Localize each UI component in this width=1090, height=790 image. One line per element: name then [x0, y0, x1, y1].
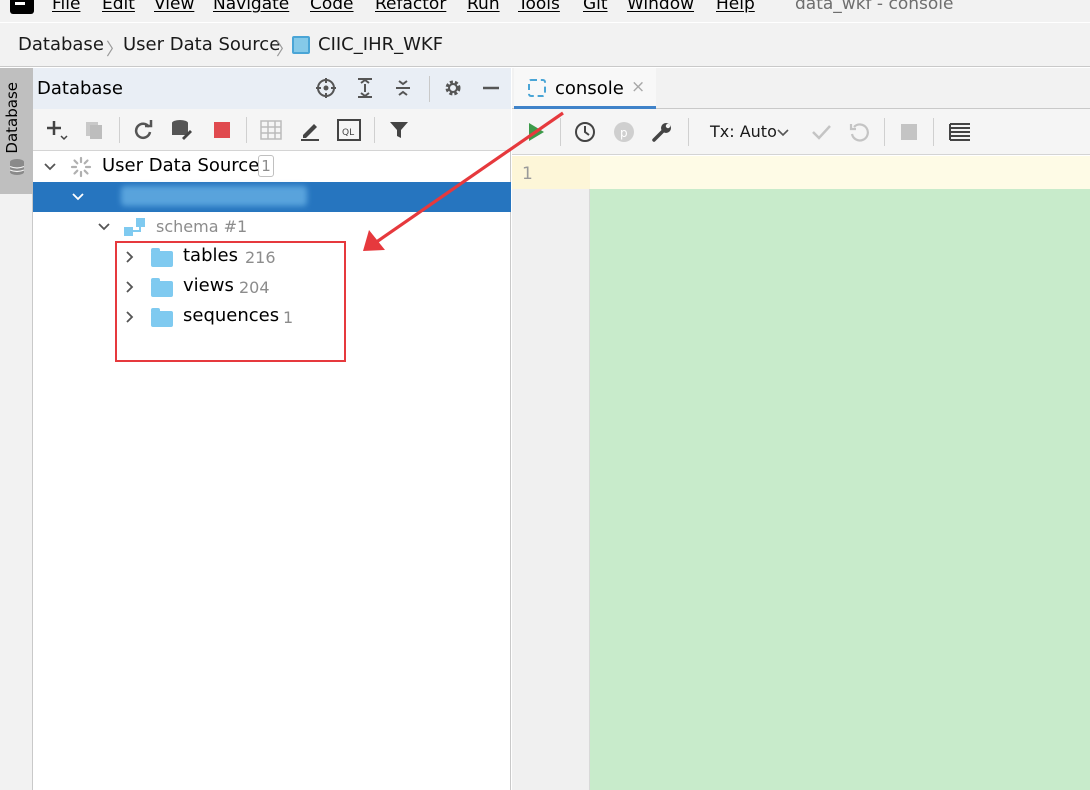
menu-edit[interactable]: Edit: [102, 0, 135, 14]
menu-git[interactable]: Git: [583, 0, 608, 14]
console-icon: [528, 79, 546, 97]
stop-square-icon[interactable]: [897, 120, 921, 144]
toolbar-divider: [246, 117, 247, 143]
tree-root-label: User Data Source: [102, 155, 260, 176]
svg-text:p: p: [620, 126, 628, 140]
menu-run[interactable]: Run: [467, 0, 500, 14]
schema-properties-icon[interactable]: [170, 118, 194, 142]
refresh-icon[interactable]: [131, 118, 155, 142]
chevron-down-icon[interactable]: [70, 189, 86, 205]
toolbar-divider: [119, 117, 120, 143]
window-title: data_wkf - console: [795, 0, 954, 14]
database-panel-header: Database: [33, 68, 511, 109]
console-toolbar: p Tx: Auto: [512, 109, 1090, 155]
rollback-undo-icon[interactable]: [847, 120, 871, 144]
commit-check-icon[interactable]: [809, 120, 833, 144]
close-tab-icon[interactable]: ×: [631, 77, 645, 97]
tab-console[interactable]: console ×: [514, 68, 656, 109]
result-table-icon[interactable]: [948, 120, 972, 144]
annotation-arrow: [363, 111, 564, 251]
menu-view[interactable]: View: [154, 0, 194, 14]
menu-navigate[interactable]: Navigate: [213, 0, 289, 14]
redacted-datasource-name: [121, 186, 307, 206]
root-count-badge: 1: [258, 155, 274, 177]
minimize-icon[interactable]: [479, 76, 503, 100]
parameters-icon[interactable]: p: [612, 120, 636, 144]
chevron-down-icon[interactable]: [42, 159, 58, 175]
menu-refactor[interactable]: Refactor: [375, 0, 446, 14]
menu-file[interactable]: File: [52, 0, 80, 14]
toolbar-divider: [688, 118, 689, 146]
add-icon[interactable]: [44, 118, 68, 142]
datasource-icon: [292, 36, 310, 54]
collapse-all-icon[interactable]: [391, 76, 415, 100]
editor-text-area[interactable]: [590, 189, 1090, 790]
chevron-down-icon[interactable]: [96, 219, 112, 235]
editor-current-line[interactable]: [512, 156, 1090, 189]
settings-gear-icon[interactable]: [441, 76, 465, 100]
menu-help[interactable]: Help: [716, 0, 755, 14]
edit-pencil-icon[interactable]: [298, 118, 322, 142]
breadcrumb-user-data-source[interactable]: User Data Source: [123, 34, 280, 55]
schema-label: schema #1: [156, 217, 248, 236]
menu-window[interactable]: Window: [627, 0, 694, 14]
annotation-highlight-box: [115, 241, 346, 362]
breadcrumb: Database 〉 User Data Source 〉 CIIC_IHR_W…: [0, 23, 1090, 67]
svg-text:QL: QL: [342, 128, 354, 138]
database-stack-icon[interactable]: [9, 158, 25, 176]
breadcrumb-database[interactable]: Database: [18, 34, 104, 55]
duplicate-icon[interactable]: [82, 118, 106, 142]
breadcrumb-separator: 〉: [276, 40, 293, 60]
menu-code[interactable]: Code: [310, 0, 354, 14]
menu-tools[interactable]: Tools: [518, 0, 560, 14]
schema-icon: [124, 218, 145, 236]
loading-spinner-icon: [70, 156, 92, 178]
stop-icon[interactable]: [210, 118, 234, 142]
toolbar-divider: [429, 76, 430, 102]
table-editor-icon[interactable]: [259, 118, 283, 142]
chevron-down-icon[interactable]: [776, 128, 790, 138]
expand-all-icon[interactable]: [353, 76, 377, 100]
locate-crosshair-icon[interactable]: [314, 76, 338, 100]
breadcrumb-schema[interactable]: CIIC_IHR_WKF: [318, 34, 443, 55]
menu-bar: File Edit View Navigate Code Refactor Ru…: [0, 0, 1090, 22]
toolbar-divider: [884, 118, 885, 146]
transaction-mode-dropdown[interactable]: Tx: Auto: [710, 122, 777, 141]
history-clock-icon[interactable]: [573, 120, 597, 144]
database-tool-tab-label: Database: [3, 82, 21, 154]
database-panel-title: Database: [37, 78, 123, 99]
breadcrumb-separator: 〉: [106, 40, 123, 60]
tab-console-label: console: [555, 78, 624, 99]
toolbar-divider: [933, 118, 934, 146]
app-logo-icon: [10, 0, 34, 14]
wrench-settings-icon[interactable]: [650, 120, 674, 144]
